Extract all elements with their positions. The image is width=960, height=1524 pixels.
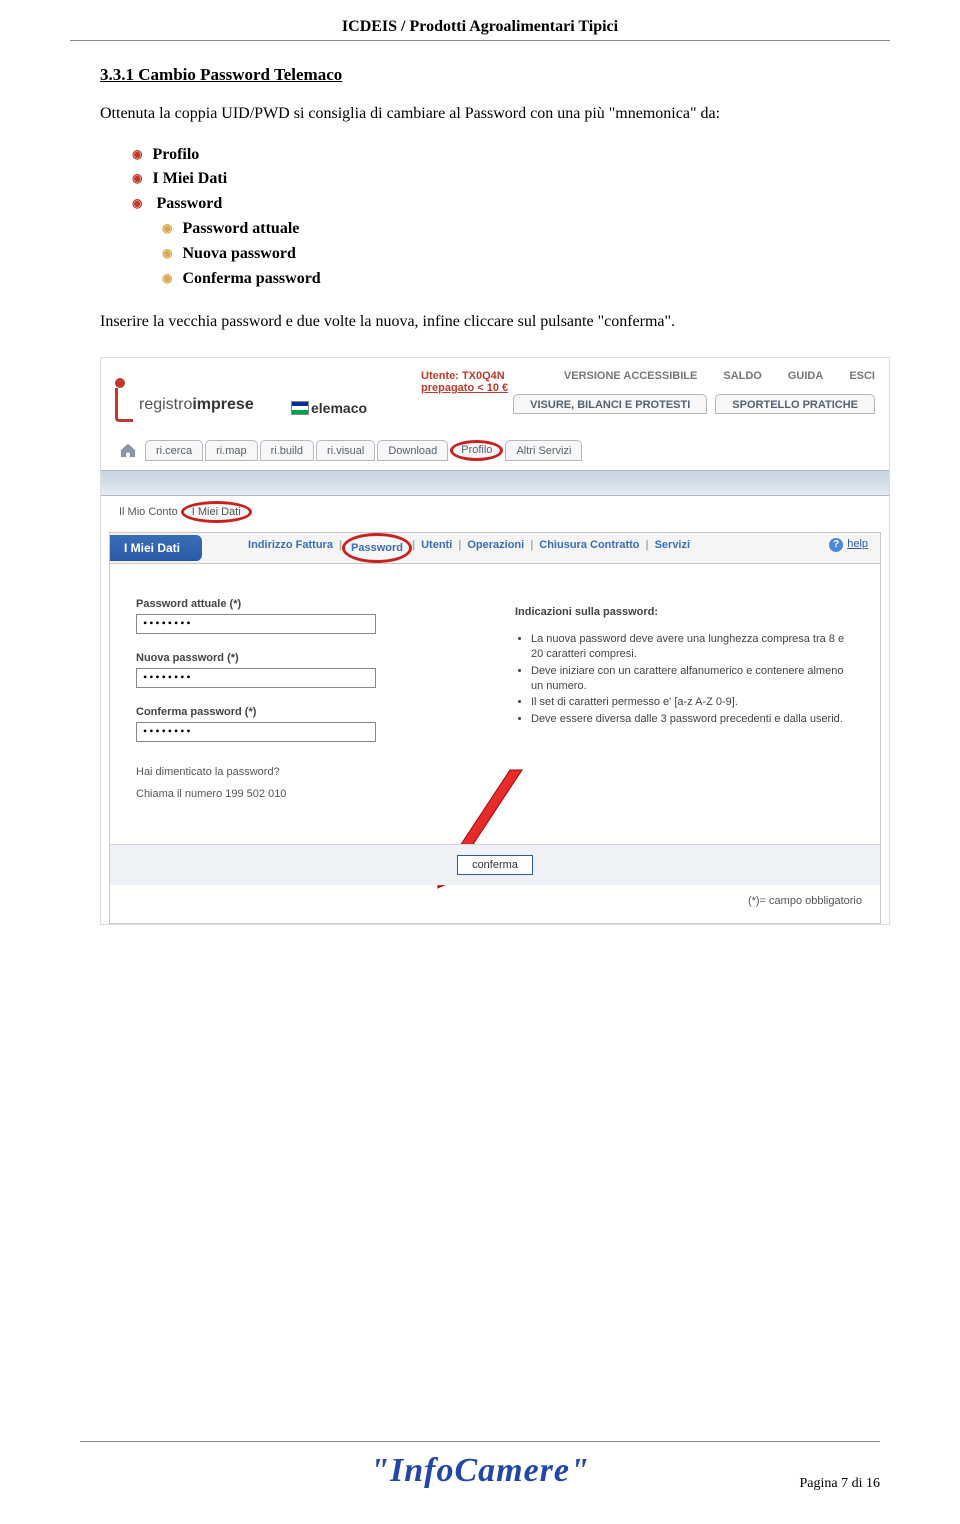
help-link[interactable]: ?help bbox=[829, 538, 868, 552]
step-attuale: Password attuale bbox=[162, 217, 860, 242]
section-title: 3.3.1 Cambio Password Telemaco bbox=[100, 65, 860, 85]
panel: I Miei Dati Indirizzo Fattura| Password|… bbox=[109, 532, 881, 924]
ptab-chiusura[interactable]: Chiusura Contratto bbox=[533, 533, 645, 563]
link-saldo[interactable]: SALDO bbox=[723, 370, 762, 382]
footer-rule bbox=[80, 1441, 880, 1442]
ptab-indirizzo[interactable]: Indirizzo Fattura bbox=[242, 533, 339, 563]
ptab-servizi[interactable]: Servizi bbox=[649, 533, 696, 563]
help-icon: ? bbox=[829, 538, 843, 552]
step-password-label: Password bbox=[156, 195, 222, 212]
intro-paragraph: Ottenuta la coppia UID/PWD si consiglia … bbox=[100, 103, 860, 125]
input-nuova[interactable] bbox=[136, 668, 376, 688]
call-text: Chiama il numero 199 502 010 bbox=[136, 788, 475, 800]
password-sublist: Password attuale Nuova password Conferma… bbox=[132, 217, 860, 291]
ind-3: Il set di caratteri permesso e' [a-z A-Z… bbox=[531, 695, 854, 710]
indications-title: Indicazioni sulla password: bbox=[515, 606, 854, 618]
tab-visure[interactable]: VISURE, BILANCI E PROTESTI bbox=[513, 394, 707, 414]
main-nav: ri.cerca ri.map ri.build ri.visual Downl… bbox=[145, 440, 584, 461]
user-credit-link[interactable]: prepagato < 10 € bbox=[421, 382, 508, 394]
nav-map[interactable]: ri.map bbox=[205, 440, 258, 461]
nav-cerca[interactable]: ri.cerca bbox=[145, 440, 203, 461]
input-conferma[interactable] bbox=[136, 722, 376, 742]
panel-tabs: Indirizzo Fattura| Password| Utenti| Ope… bbox=[242, 533, 696, 563]
nav-altri[interactable]: Altri Servizi bbox=[505, 440, 582, 461]
label-conferma: Conferma password (*) bbox=[136, 706, 475, 718]
logo-bracket-icon bbox=[115, 388, 133, 422]
miei-dati-tab-highlighted[interactable]: I Miei Dati bbox=[181, 501, 252, 523]
nav-visual[interactable]: ri.visual bbox=[316, 440, 375, 461]
step-conferma: Conferma password bbox=[162, 267, 860, 292]
panel-title: I Miei Dati bbox=[110, 535, 202, 561]
instruction-paragraph: Inserire la vecchia password e due volte… bbox=[100, 311, 860, 333]
ptab-password-highlighted[interactable]: Password bbox=[342, 533, 412, 563]
step-profilo: Profilo bbox=[132, 143, 860, 168]
steps-list: Profilo I Miei Dati Password Password at… bbox=[100, 143, 860, 292]
user-info: Utente: TX0Q4N prepagato < 10 € bbox=[421, 370, 508, 394]
ptab-utenti[interactable]: Utenti bbox=[415, 533, 458, 563]
link-guida[interactable]: GUIDA bbox=[788, 370, 823, 382]
link-esci[interactable]: ESCI bbox=[849, 370, 875, 382]
label-nuova: Nuova password (*) bbox=[136, 652, 475, 664]
step-miei-dati: I Miei Dati bbox=[132, 167, 860, 192]
page-number: Pagina 7 di 16 bbox=[800, 1476, 881, 1492]
step-password: Password Password attuale Nuova password… bbox=[132, 192, 860, 291]
link-versione[interactable]: VERSIONE ACCESSIBILE bbox=[564, 370, 697, 382]
telemaco-logo: elemaco bbox=[291, 400, 367, 416]
flag-icon bbox=[291, 401, 309, 415]
ind-2: Deve iniziare con un carattere alfanumer… bbox=[531, 664, 854, 694]
doc-header: ICDEIS / Prodotti Agroalimentari Tipici bbox=[0, 0, 960, 40]
mio-conto-label: Il Mio Conto bbox=[119, 506, 178, 518]
breadcrumb-row: Il Mio Conto I Miei Dati bbox=[101, 496, 889, 528]
logo-text: registroimprese bbox=[139, 396, 254, 414]
step-nuova: Nuova password bbox=[162, 242, 860, 267]
input-attuale[interactable] bbox=[136, 614, 376, 634]
logo-dot-icon bbox=[115, 378, 125, 388]
form-right: Indicazioni sulla password: La nuova pas… bbox=[515, 598, 854, 834]
forgot-text: Hai dimenticato la password? bbox=[136, 766, 475, 778]
conferma-button[interactable]: conferma bbox=[457, 855, 533, 875]
page-footer: "InfoCamere" Pagina 7 di 16 bbox=[0, 1441, 960, 1490]
nav-profilo-highlighted[interactable]: Profilo bbox=[450, 440, 503, 461]
ind-1: La nuova password deve avere una lunghez… bbox=[531, 632, 854, 662]
screenshot-figure: registroimprese elemaco Utente: TX0Q4N p… bbox=[100, 357, 890, 925]
form-left: Password attuale (*) Nuova password (*) … bbox=[136, 598, 475, 834]
mandatory-note: (*)= campo obbligatorio bbox=[110, 885, 880, 923]
infocamere-logo: "InfoCamere" bbox=[370, 1452, 590, 1490]
secondary-tabs: VISURE, BILANCI E PROTESTI SPORTELLO PRA… bbox=[513, 394, 875, 414]
nav-build[interactable]: ri.build bbox=[260, 440, 314, 461]
form-area: Password attuale (*) Nuova password (*) … bbox=[110, 564, 880, 844]
home-icon[interactable] bbox=[119, 442, 137, 458]
header-band bbox=[101, 470, 889, 496]
label-attuale: Password attuale (*) bbox=[136, 598, 475, 610]
panel-header: I Miei Dati Indirizzo Fattura| Password|… bbox=[110, 533, 880, 564]
ind-4: Deve essere diversa dalle 3 password pre… bbox=[531, 712, 854, 727]
tab-sportello[interactable]: SPORTELLO PRATICHE bbox=[715, 394, 875, 414]
registroimprese-logo: registroimprese bbox=[115, 388, 254, 422]
confirm-row: conferma bbox=[110, 844, 880, 885]
top-links: VERSIONE ACCESSIBILE SALDO GUIDA ESCI bbox=[564, 370, 875, 382]
header-rule bbox=[70, 40, 890, 41]
user-id: Utente: TX0Q4N bbox=[421, 370, 508, 382]
ptab-operazioni[interactable]: Operazioni bbox=[461, 533, 530, 563]
nav-download[interactable]: Download bbox=[377, 440, 448, 461]
indications-list: La nuova password deve avere una lunghez… bbox=[515, 632, 854, 727]
